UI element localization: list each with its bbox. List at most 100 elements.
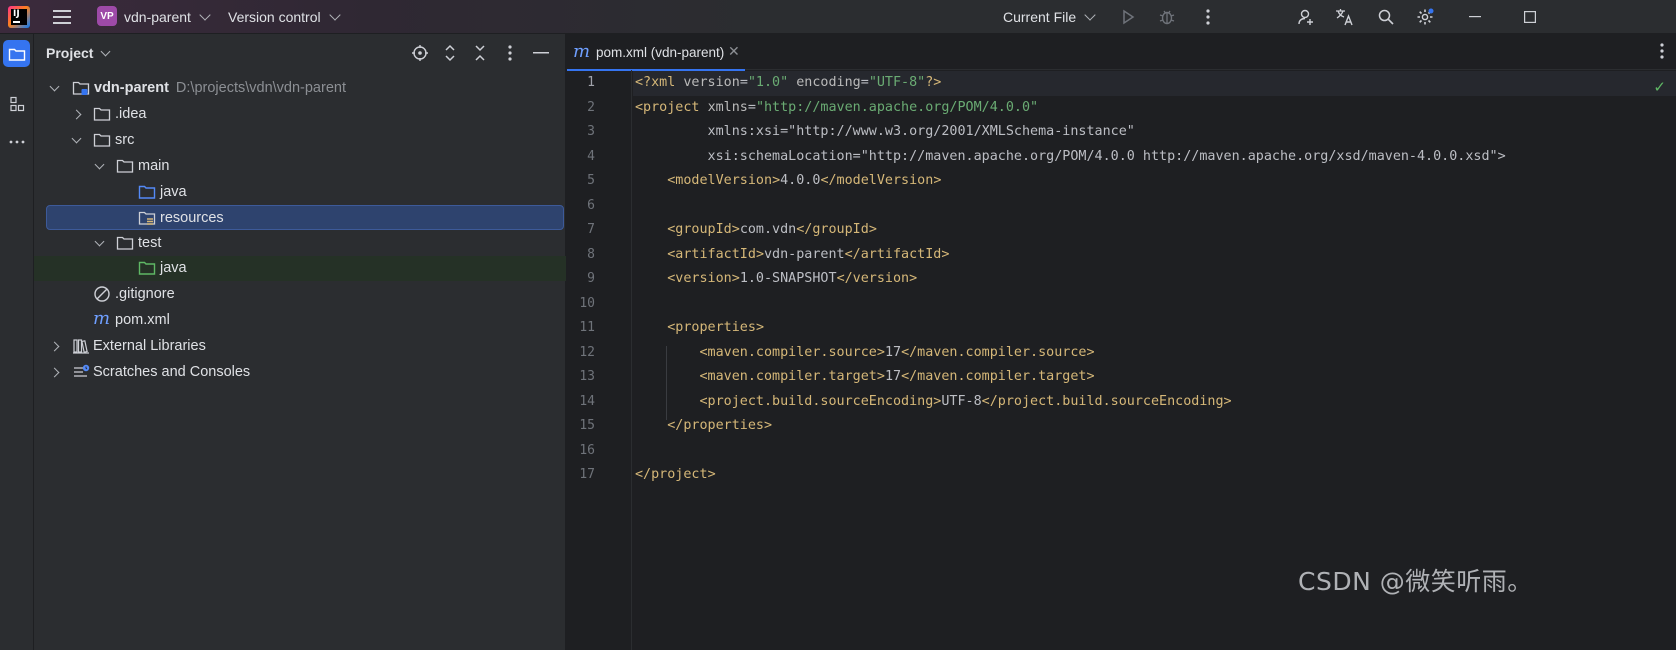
tree-item-label: src: [115, 132, 135, 148]
tree-item-label: .idea: [115, 106, 147, 122]
code-line[interactable]: </project>: [635, 463, 716, 488]
chevron-down-icon: [199, 8, 211, 21]
folder-icon: [116, 236, 134, 250]
code-line[interactable]: <project.build.sourceEncoding>UTF-8</pro…: [635, 390, 1232, 415]
editor-area: m pom.xml (vdn-parent) ✕ 1 2 3 4 5 6 7 8 9 10 11 12…: [567, 34, 1676, 650]
chevron-down-icon[interactable]: [49, 81, 60, 92]
chevron-down-icon[interactable]: [100, 46, 111, 57]
resources-folder-icon: [138, 211, 156, 225]
line-number: 3: [587, 124, 595, 139]
code-line[interactable]: <maven.compiler.source>17</maven.compile…: [635, 341, 1095, 366]
maximize-icon[interactable]: [1507, 0, 1553, 34]
project-name: vdn-parent: [124, 9, 191, 25]
collapse-all-icon[interactable]: [470, 43, 490, 63]
close-icon[interactable]: ✕: [728, 43, 740, 60]
tree-item-external-libraries[interactable]: External Libraries: [34, 334, 566, 359]
options-icon[interactable]: [500, 43, 520, 63]
line-number: 5: [587, 173, 595, 188]
scratches-icon: [74, 364, 90, 377]
tree-item-resources[interactable]: resources: [46, 205, 564, 230]
chevron-down-icon[interactable]: [71, 133, 82, 144]
chevron-down-icon[interactable]: [94, 236, 105, 247]
folder-icon: [116, 159, 134, 173]
no-problems-checkmark-icon[interactable]: ✓: [1653, 78, 1666, 96]
tree-item-gitignore[interactable]: .gitignore: [34, 282, 566, 307]
main-menu-icon[interactable]: [52, 0, 72, 34]
settings-gear-icon[interactable]: [1414, 0, 1436, 34]
project-tool-folder-icon[interactable]: [3, 40, 30, 67]
run-icon[interactable]: [1117, 0, 1139, 34]
code-line[interactable]: <project xmlns="http://maven.apache.org/…: [635, 96, 1038, 121]
tree-item-vdn-parent[interactable]: vdn-parent D:\projects\vdn\vdn-parent: [34, 76, 566, 101]
more-actions-icon[interactable]: [1198, 0, 1218, 34]
chevron-right-icon[interactable]: [71, 109, 82, 120]
module-folder-icon: [72, 81, 90, 95]
code-line[interactable]: xmlns:xsi="http://www.w3.org/2001/XMLSch…: [635, 120, 1135, 145]
tree-item-label: .gitignore: [115, 286, 175, 302]
tab-pom-xml[interactable]: m pom.xml (vdn-parent) ✕: [567, 34, 745, 71]
library-icon: [73, 339, 89, 354]
intellij-idea-icon[interactable]: IJ: [8, 6, 30, 28]
line-number: 11: [579, 320, 595, 335]
tab-label: pom.xml (vdn-parent): [596, 45, 725, 60]
tree-item-label: main: [138, 158, 170, 174]
run-config-label: Current File: [1003, 9, 1077, 25]
code-line[interactable]: xsi:schemaLocation="http://maven.apache.…: [635, 145, 1506, 170]
run-config-selector[interactable]: Current File: [1003, 0, 1096, 34]
version-control-menu[interactable]: Version control: [228, 0, 341, 34]
add-user-icon[interactable]: [1295, 0, 1317, 34]
line-number: 4: [587, 148, 595, 164]
tree-item-label: java: [160, 260, 187, 276]
title-bar: IJ VP vdn-parent Version control Current…: [0, 0, 1676, 34]
source-folder-icon: [138, 185, 156, 199]
code-line[interactable]: <?xml version="1.0" encoding="UTF-8"?>: [635, 71, 941, 96]
project-badge[interactable]: VP: [97, 6, 117, 26]
tree-item-scratches[interactable]: Scratches and Consoles: [34, 360, 566, 385]
tree-item-main[interactable]: main: [34, 154, 566, 179]
code-line[interactable]: <groupId>com.vdn</groupId>: [635, 218, 877, 243]
code-line[interactable]: <modelVersion>4.0.0</modelVersion>: [635, 169, 941, 194]
more-tabs-icon[interactable]: [1660, 43, 1664, 64]
tree-item-test[interactable]: test: [34, 231, 566, 256]
project-switcher[interactable]: vdn-parent: [124, 0, 211, 34]
test-folder-icon: [138, 261, 156, 275]
line-number: 7: [587, 222, 595, 237]
tree-item-label: resources: [160, 210, 224, 226]
tree-item-idea[interactable]: .idea: [34, 102, 566, 127]
debug-icon[interactable]: [1156, 0, 1178, 34]
line-number: 16: [579, 442, 595, 458]
search-icon[interactable]: [1375, 0, 1397, 34]
code-line[interactable]: <artifactId>vdn-parent</artifactId>: [635, 243, 949, 268]
code-line[interactable]: <properties>: [635, 316, 764, 341]
tree-item-pom-xml[interactable]: m pom.xml: [34, 308, 566, 333]
locate-file-icon[interactable]: [410, 43, 430, 63]
expand-all-icon[interactable]: [440, 43, 460, 63]
watermark: CSDN @微笑听雨。: [1298, 567, 1533, 596]
code-line[interactable]: </properties>: [635, 414, 772, 439]
structure-icon[interactable]: [3, 90, 30, 117]
code-line[interactable]: <maven.compiler.target>17</maven.compile…: [635, 365, 1095, 390]
maven-icon: m: [573, 41, 591, 62]
line-number: 12: [579, 344, 595, 360]
editor-tab-bar: m pom.xml (vdn-parent) ✕: [567, 34, 1676, 71]
code-line[interactable]: <version>1.0-SNAPSHOT</version>: [635, 267, 917, 292]
tree-item-test-java[interactable]: java: [34, 256, 566, 281]
more-tool-windows-icon[interactable]: [3, 128, 30, 155]
chevron-right-icon[interactable]: [49, 341, 60, 352]
line-number: 2: [587, 99, 595, 115]
chevron-right-icon[interactable]: [49, 367, 60, 378]
tree-item-label: test: [138, 235, 162, 251]
translate-icon[interactable]: [1334, 0, 1356, 34]
line-number: 15: [579, 418, 595, 433]
project-panel-title[interactable]: Project: [46, 45, 93, 61]
chevron-down-icon: [1084, 8, 1096, 21]
tree-item-main-java[interactable]: java: [34, 180, 566, 205]
line-number: 10: [579, 295, 595, 311]
hide-panel-icon[interactable]: [531, 43, 551, 63]
minimize-icon[interactable]: [1452, 0, 1498, 34]
maven-icon: m: [93, 308, 111, 329]
folder-icon: [93, 107, 111, 121]
chevron-down-icon[interactable]: [94, 159, 105, 170]
tree-item-src[interactable]: src: [34, 128, 566, 153]
module-path: D:\projects\vdn\vdn-parent: [175, 80, 346, 96]
